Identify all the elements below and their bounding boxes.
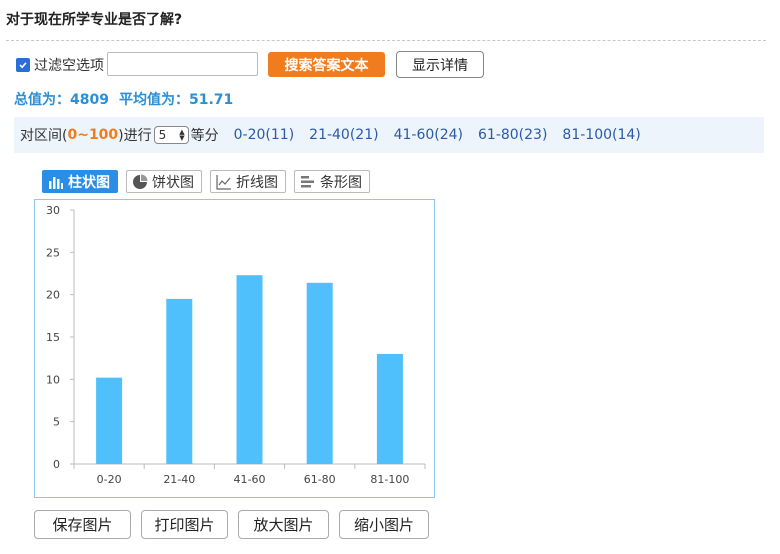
range-text: 0~100 <box>67 127 119 143</box>
tab-pie-chart[interactable]: 饼状图 <box>126 170 202 193</box>
chart-type-tabs: 柱状图 饼状图 折线图 条形图 <box>42 170 378 193</box>
tab-label: 饼状图 <box>152 174 194 191</box>
average-value: 平均值为：51.71 <box>118 92 234 108</box>
y-tick-label: 25 <box>46 246 60 259</box>
range-suffix: )进行 <box>118 128 152 144</box>
bar-chart: 0 5 10 15 20 25 30 0-20 21-40 41-60 61-80 81-100 <box>34 199 435 498</box>
bar <box>306 282 333 464</box>
show-detail-button[interactable]: 显示详情 <box>396 51 484 78</box>
x-tick-label: 81-100 <box>370 473 409 486</box>
y-tick-label: 20 <box>46 289 60 302</box>
tab-label: 柱状图 <box>68 174 110 191</box>
x-tick-label: 21-40 <box>163 473 195 486</box>
x-tick-label: 41-60 <box>234 473 266 486</box>
total-value: 总值为：4809 <box>14 92 109 108</box>
tab-label: 条形图 <box>320 174 362 191</box>
range-prefix: 对区间( <box>20 128 68 144</box>
tab-line-chart[interactable]: 折线图 <box>210 170 286 193</box>
range-link-41-60[interactable]: 41-60(24) <box>394 127 463 143</box>
tab-horizontal-bar-chart[interactable]: 条形图 <box>294 170 370 193</box>
zoom-out-image-button[interactable]: 缩小图片 <box>339 510 429 539</box>
filter-empty-option[interactable]: 过滤空选项 <box>16 52 104 78</box>
checkbox-icon[interactable] <box>16 58 30 72</box>
bar <box>96 377 123 464</box>
pie-chart-icon <box>133 174 148 189</box>
bar-chart-canvas: 0 5 10 15 20 25 30 0-20 21-40 41-60 61-80 81-100 <box>46 204 426 486</box>
y-tick-label: 5 <box>53 416 60 429</box>
search-answer-button[interactable]: 搜索答案文本 <box>268 52 385 77</box>
bar-horizontal-icon <box>301 175 314 187</box>
divide-select[interactable]: 5 ▲ ▼ <box>153 126 189 144</box>
search-text-input[interactable] <box>107 52 258 76</box>
filter-label: 过滤空选项 <box>34 58 104 74</box>
line-chart-icon <box>216 174 231 190</box>
range-bar: 对区间(0~100)进行 5 ▲ ▼ 等分 0-20(11) 21-40(21) … <box>14 117 764 153</box>
tab-label: 折线图 <box>236 174 278 191</box>
x-tick-label: 0-20 <box>97 473 122 486</box>
x-tick-label: 61-80 <box>304 473 336 486</box>
y-tick-label: 0 <box>53 458 60 471</box>
range-link-0-20[interactable]: 0-20(11) <box>234 127 295 143</box>
divide-select-value: 5 <box>158 128 167 142</box>
range-after: 等分 <box>190 128 219 144</box>
zoom-in-image-button[interactable]: 放大图片 <box>238 510 329 539</box>
question-title: 对于现在所学专业是否了解? <box>6 12 183 28</box>
divider <box>6 40 766 41</box>
y-tick-label: 15 <box>46 331 60 344</box>
tab-bar-chart[interactable]: 柱状图 <box>42 170 118 193</box>
bar-chart-icon <box>49 176 63 189</box>
range-link-21-40[interactable]: 21-40(21) <box>309 127 378 143</box>
image-actions: 保存图片 打印图片 放大图片 缩小图片 <box>34 510 439 539</box>
y-tick-label: 10 <box>46 373 60 386</box>
bar <box>376 353 403 464</box>
select-arrows-icon: ▲ ▼ <box>179 128 185 142</box>
range-link-81-100[interactable]: 81-100(14) <box>562 127 640 143</box>
save-image-button[interactable]: 保存图片 <box>34 510 131 539</box>
bar <box>166 298 193 464</box>
y-tick-label: 30 <box>46 204 60 217</box>
bar <box>236 275 263 464</box>
print-image-button[interactable]: 打印图片 <box>141 510 228 539</box>
stats-line: 总值为：4809 平均值为：51.71 <box>14 89 243 109</box>
range-link-61-80[interactable]: 61-80(23) <box>478 127 547 143</box>
